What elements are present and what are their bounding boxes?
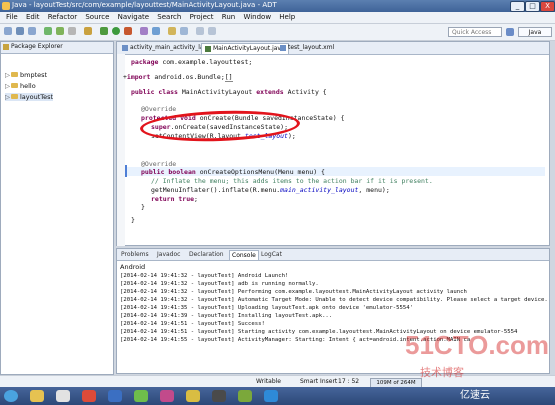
menu-source[interactable]: Source xyxy=(85,12,109,23)
title-bar: Java - layoutTest/src/com/example/layout… xyxy=(0,0,555,12)
status-writable: Writable xyxy=(256,378,281,385)
print-icon[interactable] xyxy=(28,27,36,35)
menu-bar: File Edit Refactor Source Navigate Searc… xyxy=(0,12,555,24)
tab-declaration[interactable]: Declaration xyxy=(189,250,224,259)
build-icon[interactable] xyxy=(84,27,92,35)
taskbar-app-icon[interactable] xyxy=(238,390,252,402)
tab-problems[interactable]: Problems xyxy=(121,250,149,259)
package-explorer-title: Package Explorer xyxy=(11,43,63,50)
media-icon[interactable] xyxy=(56,390,70,402)
code-line: @Override xyxy=(141,105,177,113)
minimize-button[interactable]: _ xyxy=(510,1,525,12)
console-line: [2014-02-14 19:41:35 - layoutTest] Uploa… xyxy=(120,305,413,311)
project-folder-icon xyxy=(11,72,18,77)
forward-icon[interactable] xyxy=(208,27,216,35)
code-line: package com.example.layouttest; xyxy=(131,58,253,66)
package-explorer-tab[interactable]: Package Explorer xyxy=(1,42,113,54)
back-icon[interactable] xyxy=(196,27,204,35)
tab-console[interactable]: Console xyxy=(229,250,259,260)
change-marker xyxy=(125,165,127,177)
external-tools-icon[interactable] xyxy=(124,27,132,35)
new-icon[interactable] xyxy=(4,27,12,35)
menu-edit[interactable]: Edit xyxy=(26,12,40,23)
project-folder-icon xyxy=(11,94,18,99)
code-line: // Inflate the menu; this adds items to … xyxy=(151,177,433,185)
taskbar-app-icon[interactable] xyxy=(108,390,122,402)
code-line: @Override xyxy=(141,160,177,168)
eclipse-icon xyxy=(2,2,10,10)
brand-watermark: 亿速云 xyxy=(460,390,490,401)
toolbar: Quick Access Java xyxy=(0,24,555,41)
status-cursor-position: 17 : 52 xyxy=(338,378,360,385)
open-perspective-icon[interactable] xyxy=(506,28,514,36)
menu-search[interactable]: Search xyxy=(157,12,181,23)
java-file-icon xyxy=(205,45,211,52)
console-line: [2014-02-14 19:41:32 - layoutTest] Andro… xyxy=(120,273,289,279)
editor-tab-active[interactable]: MainActivityLayout.java xyxy=(201,43,289,54)
save-icon[interactable] xyxy=(16,27,24,35)
code-line: +import android.os.Bundle;[] xyxy=(123,73,233,82)
code-line: public class MainActivityLayout extends … xyxy=(131,88,327,96)
code-line: } xyxy=(131,216,135,224)
menu-refactor[interactable]: Refactor xyxy=(48,12,77,23)
open-type-icon[interactable] xyxy=(168,27,176,35)
window-title: Java - layoutTest/src/com/example/layout… xyxy=(12,1,277,9)
search-icon[interactable] xyxy=(180,27,188,35)
code-line: } xyxy=(141,203,145,211)
console-line: [2014-02-14 19:41:39 - layoutTest] Insta… xyxy=(120,313,333,319)
menu-help[interactable]: Help xyxy=(279,12,295,23)
blog-watermark: 技术博客 xyxy=(420,366,464,379)
xml-file-icon xyxy=(122,44,128,51)
project-folder-icon xyxy=(11,83,18,88)
start-button-icon[interactable] xyxy=(4,390,18,402)
project-item[interactable]: ▷ layoutTest xyxy=(5,93,54,101)
code-line: public boolean onCreateOptionsMenu(Menu … xyxy=(141,168,325,176)
site-watermark: 51CTO.com xyxy=(405,330,550,360)
debug-icon[interactable] xyxy=(100,27,108,35)
menu-window[interactable]: Window xyxy=(243,12,271,23)
editor-gutter xyxy=(117,54,125,246)
avd-manager-icon[interactable] xyxy=(56,27,64,35)
android-sdk-icon[interactable] xyxy=(44,27,52,35)
taskbar-app-icon[interactable] xyxy=(186,390,200,402)
editor-tabs: activity_main_activity_layout.xml MainAc… xyxy=(117,42,549,55)
menu-project[interactable]: Project xyxy=(190,12,214,23)
explorer-icon[interactable] xyxy=(30,390,44,402)
menu-run[interactable]: Run xyxy=(222,12,235,23)
console-line: [2014-02-14 19:41:32 - layoutTest] adb i… xyxy=(120,281,319,287)
console-device-label: Android xyxy=(120,263,146,271)
code-editor[interactable]: activity_main_activity_layout.xml MainAc… xyxy=(116,41,550,246)
menu-file[interactable]: File xyxy=(6,12,18,23)
chrome-icon[interactable] xyxy=(82,390,96,402)
tab-javadoc[interactable]: Javadoc xyxy=(157,250,180,259)
run-icon[interactable] xyxy=(112,27,120,35)
lint-icon[interactable] xyxy=(68,27,76,35)
quick-access-input[interactable]: Quick Access xyxy=(448,27,502,37)
taskbar-app-icon[interactable] xyxy=(264,390,278,402)
java-perspective-button[interactable]: Java xyxy=(518,27,552,37)
close-button[interactable]: X xyxy=(540,1,555,12)
package-explorer: Package Explorer ▷ bmptest ▷ hello ▷ layout… xyxy=(0,41,114,375)
package-explorer-icon xyxy=(3,44,9,50)
console-line: [2014-02-14 19:41:32 - layoutTest] Autom… xyxy=(120,297,548,303)
taskbar-app-icon[interactable] xyxy=(212,390,226,402)
xml-file-icon xyxy=(280,44,286,51)
editor-tab[interactable]: test_layout.xml xyxy=(277,43,337,53)
new-java-package-icon[interactable] xyxy=(140,27,148,35)
console-line: [2014-02-14 19:41:51 - layoutTest] Succe… xyxy=(120,321,265,327)
new-java-class-icon[interactable] xyxy=(152,27,160,35)
status-insert-mode: Smart Insert xyxy=(300,378,338,385)
code-line: return true; xyxy=(151,195,198,203)
project-item[interactable]: ▷ bmptest xyxy=(5,71,47,79)
menu-navigate[interactable]: Navigate xyxy=(118,12,149,23)
project-item[interactable]: ▷ hello xyxy=(5,82,36,90)
code-line: getMenuInflater().inflate(R.menu.main_ac… xyxy=(151,186,390,194)
maximize-button[interactable]: □ xyxy=(525,1,540,12)
taskbar-app-icon[interactable] xyxy=(134,390,148,402)
tab-logcat[interactable]: LogCat xyxy=(261,250,282,259)
taskbar-app-icon[interactable] xyxy=(160,390,174,402)
console-line: [2014-02-14 19:41:32 - layoutTest] Perfo… xyxy=(120,289,467,295)
console-tabs: Problems Javadoc Declaration Console Log… xyxy=(117,249,549,261)
